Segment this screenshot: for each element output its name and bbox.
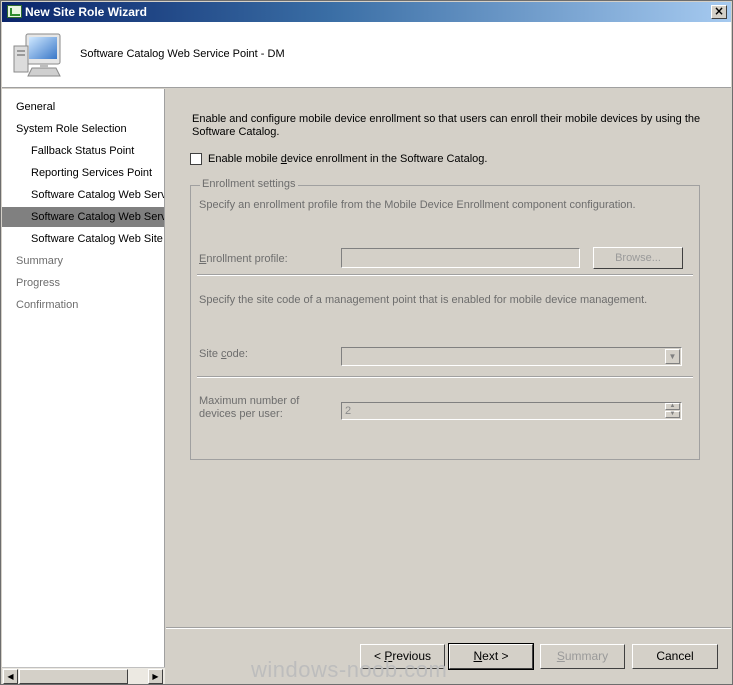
wizard-header: Software Catalog Web Service Point - DM [2,22,731,88]
enrollment-profile-field[interactable] [341,248,580,268]
enable-enrollment-checkbox[interactable] [190,153,202,165]
watermark-text: windows-noob.com [251,657,448,682]
enrollment-profile-label: Enrollment profile: [199,253,288,265]
nav-item-system-role-selection[interactable]: System Role Selection [2,119,127,139]
page-description: Enable and configure mobile device enrol… [192,113,701,138]
nav-item-confirmation: Confirmation [16,299,79,311]
nav-item-summary: Summary [16,255,64,267]
nav-horizontal-scrollbar[interactable]: ◀ ▶ [2,667,165,684]
header-title: Software Catalog Web Service Point - DM [80,48,285,60]
site-code-hint-text: Specify the site code of a management po… [199,294,648,306]
wizard-step-nav: General System Role Selection Fallback S… [2,89,165,667]
next-button[interactable]: Next > [448,643,534,670]
max-devices-spinner[interactable]: 2 ▲ ▼ [341,402,682,420]
nav-item-software-catalog-web-service-point-active[interactable]: Software Catalog Web Service Point [2,207,164,227]
nav-item-fallback-status-point[interactable]: Fallback Status Point [2,141,134,161]
wizard-window: New Site Role Wizard × Software Catalog … [0,0,733,685]
profile-hint-text: Specify an enrollment profile from the M… [199,199,636,211]
spin-down-icon[interactable]: ▼ [665,411,680,418]
window-title: New Site Role Wizard [25,5,147,19]
title-bar[interactable]: New Site Role Wizard × [2,2,731,22]
separator-1 [197,274,693,276]
cancel-button[interactable]: Cancel [632,644,718,669]
wizard-page-content: Enable and configure mobile device enrol… [166,89,731,621]
enrollment-settings-legend: Enrollment settings [200,178,298,190]
summary-button[interactable]: Summary [540,644,625,669]
spin-up-icon[interactable]: ▲ [665,403,680,410]
wizard-app-icon [7,5,22,18]
separator-2 [197,376,693,378]
nav-item-progress: Progress [16,277,61,289]
scroll-left-arrow-icon[interactable]: ◀ [3,669,18,684]
browse-button[interactable]: Browse... [593,247,683,269]
max-devices-label: Maximum number of devices per user: [199,395,300,420]
max-devices-value: 2 [345,405,352,417]
nav-item-reporting-services-point[interactable]: Reporting Services Point [2,163,152,183]
scrollbar-thumb[interactable] [19,669,128,684]
nav-item-general[interactable]: General [2,97,55,117]
nav-item-software-catalog-web-site-point[interactable]: Software Catalog Web Site Point [2,229,164,249]
computer-monitor-icon [13,33,61,77]
site-code-label: Site code: [199,348,248,360]
close-button[interactable]: × [711,5,727,19]
site-code-dropdown[interactable]: ▼ [341,347,682,366]
scroll-right-arrow-icon[interactable]: ▶ [148,669,163,684]
enrollment-settings-group: Enrollment settings Specify an enrollmen… [190,178,700,460]
chevron-down-icon[interactable]: ▼ [665,349,680,364]
footer-separator [166,627,731,629]
enable-enrollment-label[interactable]: Enable mobile device enrollment in the S… [208,153,487,165]
nav-item-software-catalog-web-service-point[interactable]: Software Catalog Web Service Point [2,185,164,205]
